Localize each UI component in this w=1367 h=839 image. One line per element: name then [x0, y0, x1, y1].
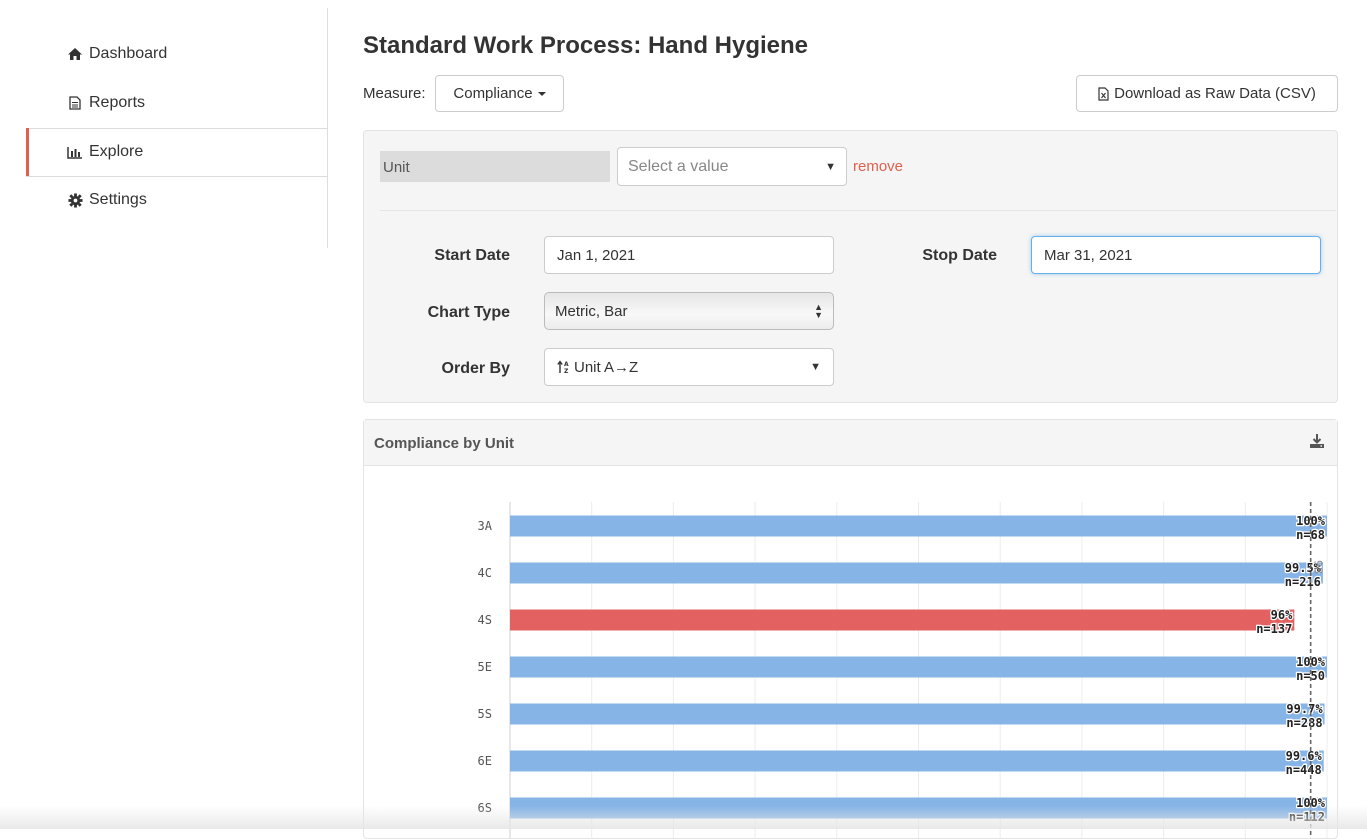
stop-date-input[interactable]: Mar 31, 2021	[1031, 236, 1321, 274]
sidebar-item-reports[interactable]: Reports	[26, 79, 327, 127]
bar	[510, 750, 1324, 772]
category-label: 4C	[478, 566, 492, 580]
chart-panel: Compliance by Unit 3A 100% n=68 4C 99.5% n=21…	[363, 419, 1338, 839]
download-csv-button[interactable]: Download as Raw Data (CSV)	[1076, 75, 1338, 112]
bar-chart-icon	[66, 144, 84, 160]
value-label: 99.6%	[1286, 749, 1323, 763]
home-icon	[66, 46, 84, 62]
download-label: Download as Raw Data (CSV)	[1114, 85, 1316, 102]
sidebar-item-label: Reports	[89, 94, 146, 111]
category-label: 3A	[478, 519, 493, 533]
order-by-select[interactable]: AZ Unit A→Z ▼	[544, 348, 834, 386]
file-icon	[66, 95, 84, 111]
csv-file-icon	[1098, 86, 1109, 101]
start-date-value: Jan 1, 2021	[557, 246, 636, 264]
page-title: Standard Work Process: Hand Hygiene	[363, 32, 809, 59]
bar	[510, 703, 1325, 725]
n-label: n=448	[1286, 763, 1322, 777]
compliance-bar-chart: 3A 100%n=684C 99.5%n=2164S 96%n=1375E 100%n=…	[478, 502, 1328, 838]
chart-type-value: Metric, Bar	[555, 302, 628, 320]
category-label: 4S	[478, 613, 492, 627]
unit-filter-label: Unit	[380, 151, 610, 182]
sidebar-item-label: Explore	[89, 143, 144, 160]
svg-text:Z: Z	[564, 368, 569, 374]
unit-select[interactable]: Select a value ▼	[617, 147, 847, 186]
sidebar-item-label: Settings	[89, 191, 147, 208]
start-date-input[interactable]: Jan 1, 2021	[544, 236, 834, 274]
chart-type-label: Chart Type	[427, 304, 510, 321]
category-label: 6S	[478, 801, 492, 815]
svg-text:A: A	[564, 361, 569, 368]
start-date-label: Start Date	[434, 247, 510, 264]
order-by-label: Order By	[441, 360, 510, 377]
target-label: 98	[1312, 560, 1325, 574]
panel-divider	[380, 210, 1336, 211]
stop-date-value: Mar 31, 2021	[1044, 246, 1133, 264]
sidebar-item-explore[interactable]: Explore	[26, 128, 327, 176]
n-label: n=112	[1289, 810, 1325, 824]
stop-date-label: Stop Date	[922, 247, 997, 264]
order-by-value: Unit A→Z	[574, 358, 639, 376]
bar	[510, 656, 1327, 678]
category-label: 5E	[478, 660, 492, 674]
remove-filter-link[interactable]: remove	[853, 158, 903, 175]
filter-panel: Unit Select a value ▼ remove Start Date …	[363, 130, 1338, 403]
sidebar: Dashboard Reports Explore Settings	[0, 0, 328, 248]
sidebar-item-label: Dashboard	[89, 45, 168, 62]
bar	[510, 515, 1327, 537]
dropdown-arrow-icon: ▼	[810, 361, 821, 373]
n-label: n=137	[1256, 622, 1292, 636]
measure-dropdown[interactable]: Compliance	[435, 75, 564, 112]
measure-value: Compliance	[453, 85, 533, 102]
gear-icon	[66, 192, 84, 208]
bar	[510, 797, 1327, 819]
chart-type-select[interactable]: Metric, Bar ▲ ▼	[544, 292, 834, 330]
caret-down-icon	[537, 91, 546, 96]
category-label: 5S	[478, 707, 492, 721]
bar	[510, 609, 1295, 631]
n-label: n=216	[1285, 575, 1321, 589]
sidebar-item-dashboard[interactable]: Dashboard	[26, 30, 327, 78]
unit-select-placeholder: Select a value	[628, 157, 729, 175]
measure-label: Measure:	[363, 85, 426, 102]
sidebar-item-settings[interactable]: Settings	[26, 176, 327, 224]
select-updown-icon: ▲ ▼	[814, 302, 823, 320]
dropdown-arrow-icon: ▼	[825, 160, 836, 173]
sort-alpha-icon: AZ	[557, 360, 571, 374]
sidebar-divider	[327, 8, 328, 248]
value-label: 99.7%	[1286, 702, 1323, 716]
n-label: n=288	[1286, 716, 1322, 730]
value-label: 96%	[1271, 608, 1293, 622]
bar	[510, 562, 1323, 584]
category-label: 6E	[478, 754, 492, 768]
